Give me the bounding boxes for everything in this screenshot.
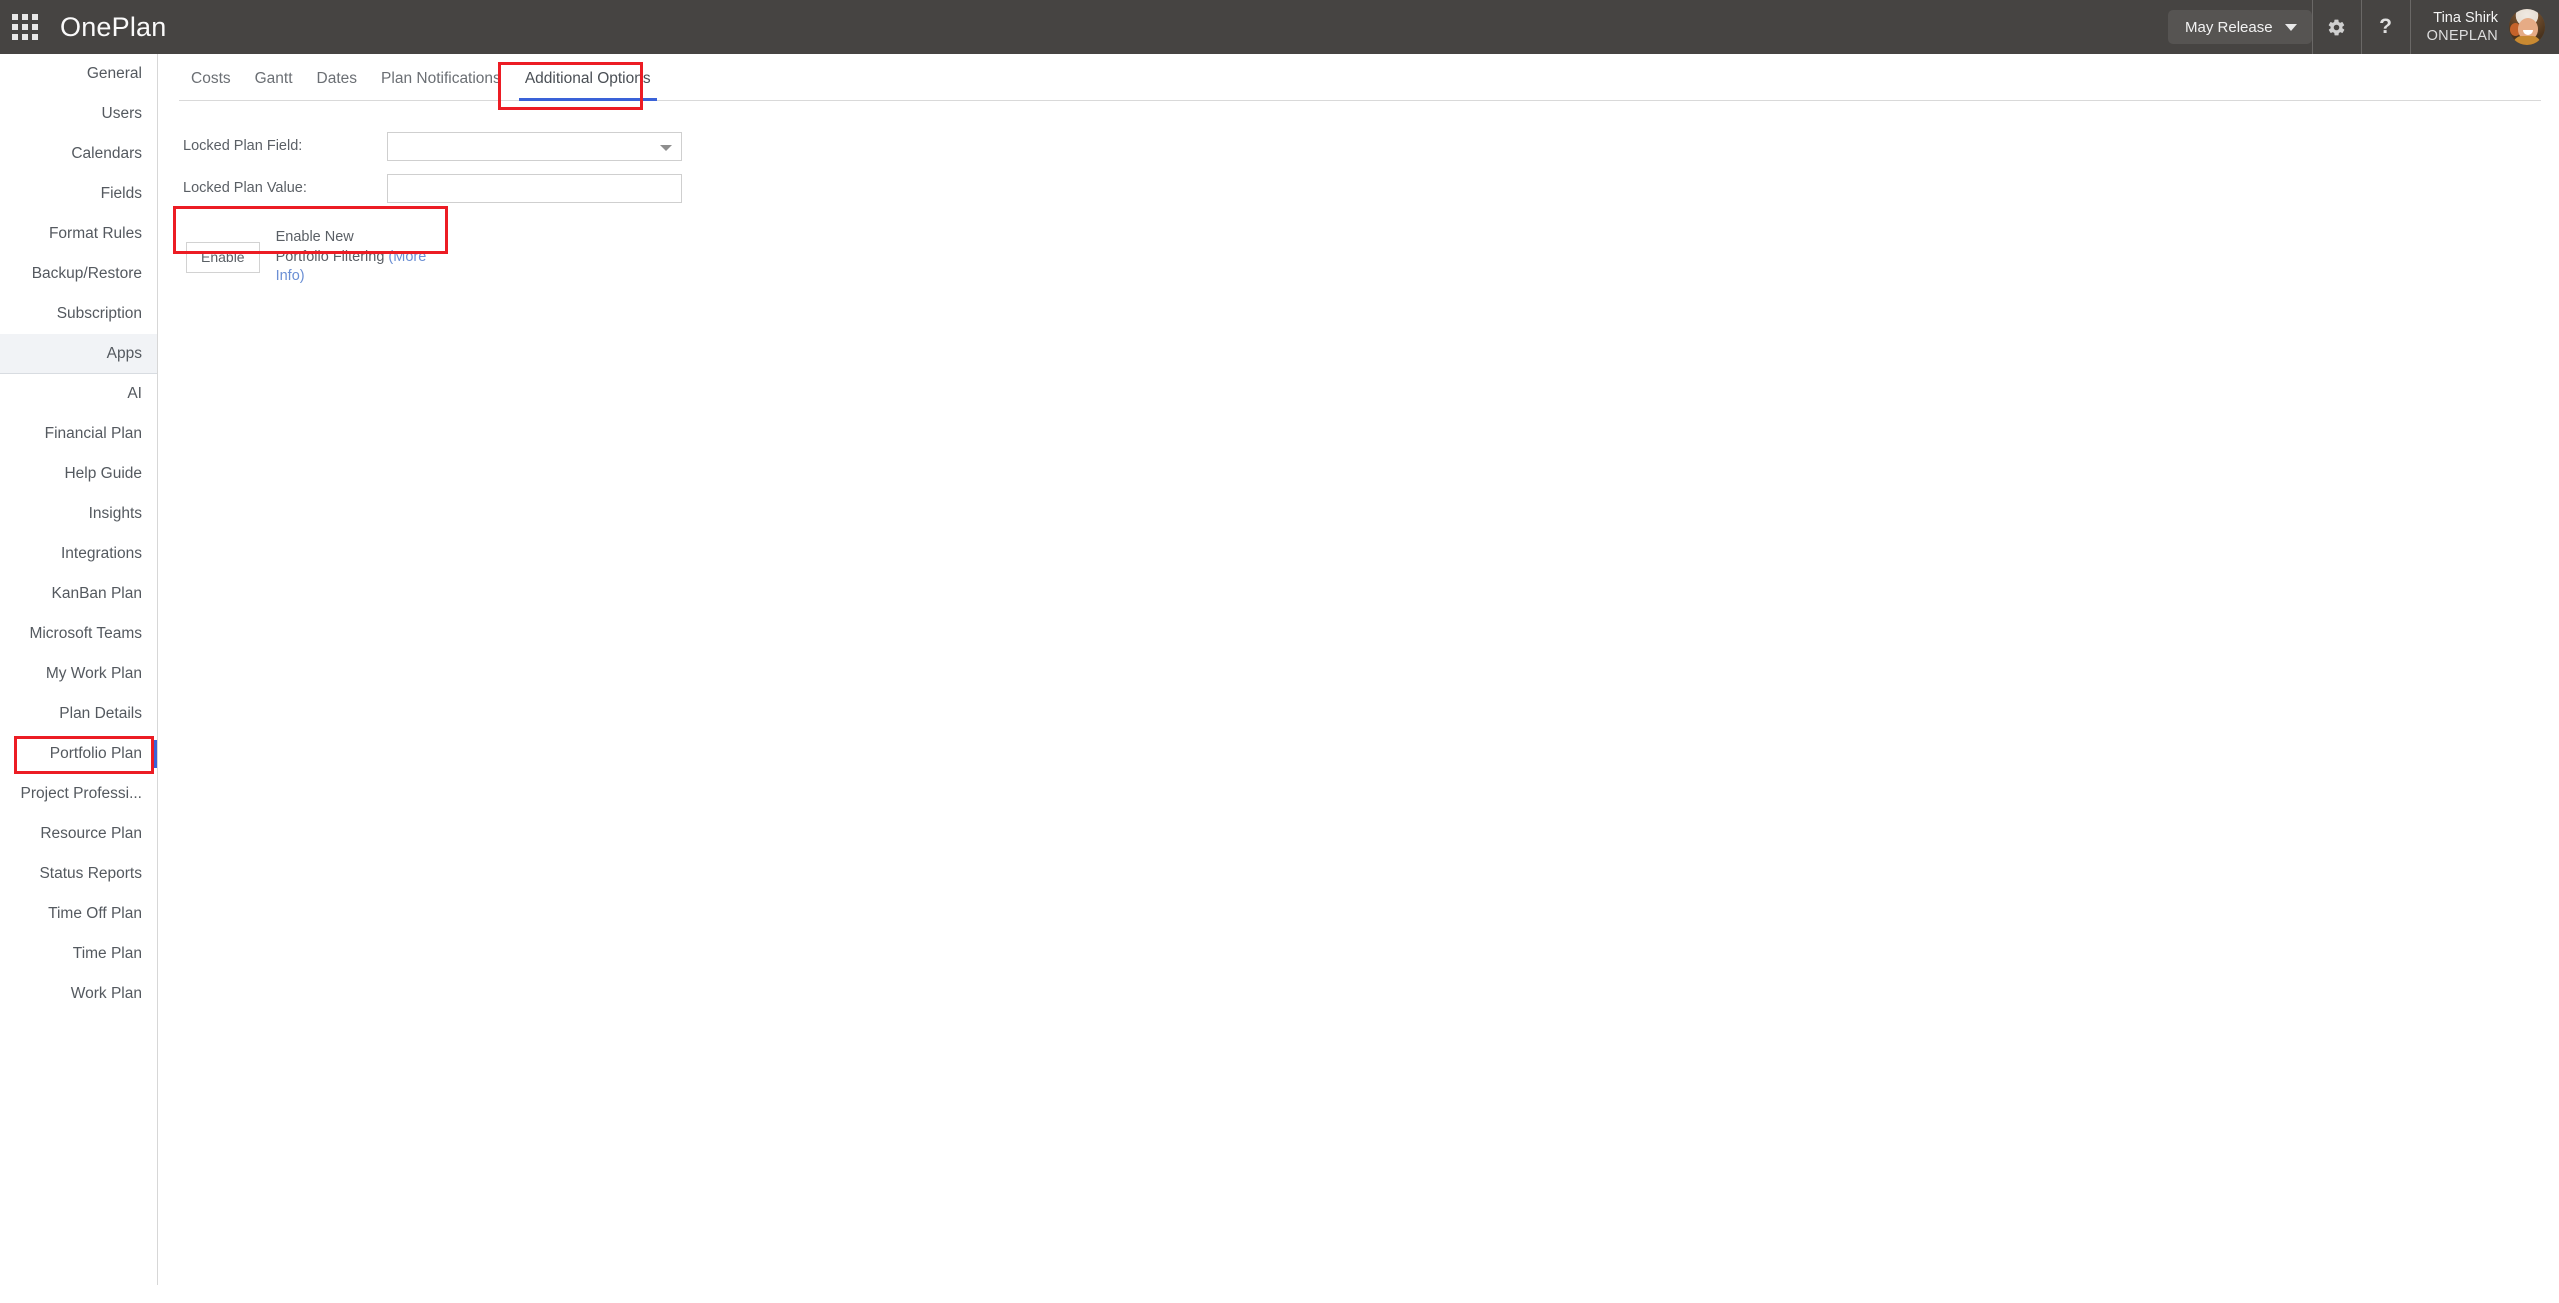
enable-button[interactable]: Enable	[186, 241, 260, 273]
sidebar-item-kanban-plan[interactable]: KanBan Plan	[0, 574, 157, 614]
sidebar-item-label: Resource Plan	[40, 825, 142, 842]
avatar-photo-detail	[2513, 36, 2541, 45]
grid-dot	[22, 24, 28, 30]
sidebar-item-portfolio-plan[interactable]: Portfolio Plan	[0, 734, 157, 774]
user-info: Tina Shirk ONEPLAN	[2427, 9, 2498, 45]
user-name: Tina Shirk	[2433, 9, 2498, 26]
grid-dot	[12, 14, 18, 20]
sidebar-item-plan-details[interactable]: Plan Details	[0, 694, 157, 734]
sidebar-item-integrations[interactable]: Integrations	[0, 534, 157, 574]
gear-icon	[2327, 18, 2346, 37]
settings-tabs: Costs Gantt Dates Plan Notifications Additio…	[179, 54, 2541, 101]
settings-button[interactable]	[2313, 0, 2361, 54]
sidebar-item-microsoft-teams[interactable]: Microsoft Teams	[0, 614, 157, 654]
sidebar-item-status-reports[interactable]: Status Reports	[0, 854, 157, 894]
grid-dot	[32, 14, 38, 20]
sidebar-item-label: Project Professi...	[20, 785, 142, 802]
sidebar-item-work-plan[interactable]: Work Plan	[0, 974, 157, 1014]
sidebar-item-ai[interactable]: AI	[0, 374, 157, 414]
sidebar-item-my-work-plan[interactable]: My Work Plan	[0, 654, 157, 694]
grid-dot	[32, 34, 38, 40]
sidebar-item-project-professi[interactable]: Project Professi...	[0, 774, 157, 814]
sidebar-item-fields[interactable]: Fields	[0, 174, 157, 214]
enable-portfolio-filtering-row: Enable Enable New Portfolio Filtering (M…	[177, 221, 453, 294]
sidebar-item-label: Fields	[100, 185, 142, 202]
sidebar-item-label: Subscription	[56, 305, 142, 322]
grid-dot	[12, 34, 18, 40]
release-selector-button[interactable]: May Release	[2168, 10, 2312, 44]
sidebar-item-label: Calendars	[71, 145, 142, 162]
sidebar-item-subscription[interactable]: Subscription	[0, 294, 157, 334]
sidebar-item-label: Financial Plan	[44, 425, 142, 442]
settings-sidebar: General Users Calendars Fields Format Rules B…	[0, 54, 158, 1285]
sidebar-item-format-rules[interactable]: Format Rules	[0, 214, 157, 254]
locked-plan-value-input[interactable]	[387, 173, 682, 203]
release-selector-label: May Release	[2185, 18, 2273, 36]
question-mark-icon: ?	[2379, 15, 2392, 38]
tab-dates[interactable]: Dates	[305, 70, 370, 100]
grid-dot	[22, 14, 28, 20]
tab-gantt[interactable]: Gantt	[243, 70, 305, 100]
sidebar-item-label: Insights	[88, 505, 142, 522]
sidebar-item-financial-plan[interactable]: Financial Plan	[0, 414, 157, 454]
sidebar-item-insights[interactable]: Insights	[0, 494, 157, 534]
tab-costs[interactable]: Costs	[179, 70, 243, 100]
sidebar-item-label: My Work Plan	[45, 665, 142, 682]
sidebar-item-label: General	[86, 65, 142, 82]
grid-dot	[12, 24, 18, 30]
sidebar-item-resource-plan[interactable]: Resource Plan	[0, 814, 157, 854]
top-header-bar: OnePlan May Release ? Tina Shirk ONEPLAN	[0, 0, 2559, 54]
sidebar-item-label: Help Guide	[64, 465, 142, 482]
locked-plan-value-control	[387, 173, 682, 203]
sidebar-item-label: Time Off Plan	[48, 905, 142, 922]
sidebar-item-apps[interactable]: Apps	[0, 334, 157, 374]
sidebar-item-general[interactable]: General	[0, 54, 157, 94]
sidebar-item-help-guide[interactable]: Help Guide	[0, 454, 157, 494]
sidebar-item-label: KanBan Plan	[51, 585, 143, 602]
sidebar-item-label: Microsoft Teams	[29, 625, 142, 642]
sidebar-item-label: Integrations	[61, 545, 142, 562]
sidebar-item-time-plan[interactable]: Time Plan	[0, 934, 157, 974]
sidebar-item-label: Time Plan	[72, 945, 142, 962]
additional-options-form: Locked Plan Field: Locked Plan Value: En…	[177, 125, 2559, 294]
grid-dot	[22, 34, 28, 40]
sidebar-item-label: Portfolio Plan	[49, 745, 142, 762]
user-tenant: ONEPLAN	[2426, 28, 2498, 44]
locked-plan-value-label: Locked Plan Value:	[183, 180, 307, 196]
locked-plan-field-row: Locked Plan Field:	[177, 125, 2559, 167]
sidebar-item-time-off-plan[interactable]: Time Off Plan	[0, 894, 157, 934]
help-button[interactable]: ?	[2362, 0, 2410, 54]
enable-description-line-1: Enable New	[275, 229, 354, 245]
main-content: Costs Gantt Dates Plan Notifications Additio…	[159, 54, 2559, 1303]
avatar[interactable]	[2509, 9, 2545, 45]
sidebar-item-backup-restore[interactable]: Backup/Restore	[0, 254, 157, 294]
tab-plan-notifications[interactable]: Plan Notifications	[369, 70, 513, 100]
locked-plan-field-select[interactable]	[387, 131, 682, 161]
app-brand-title: OnePlan	[60, 11, 167, 42]
sidebar-item-label: Status Reports	[39, 865, 142, 882]
locked-plan-field-control	[387, 131, 682, 161]
locked-plan-field-label: Locked Plan Field:	[183, 138, 303, 154]
enable-description: Enable New Portfolio Filtering (More Inf…	[276, 228, 443, 287]
sidebar-item-label: Apps	[106, 344, 142, 362]
sidebar-item-label: AI	[127, 385, 142, 402]
sidebar-item-label: Plan Details	[59, 705, 142, 722]
sidebar-item-label: Backup/Restore	[31, 265, 142, 282]
sidebar-item-label: Users	[101, 105, 142, 122]
user-menu[interactable]: Tina Shirk ONEPLAN	[2411, 0, 2559, 54]
chevron-down-icon	[2284, 23, 2297, 31]
grid-dot	[32, 24, 38, 30]
sidebar-item-label: Format Rules	[48, 225, 142, 242]
tab-additional-options[interactable]: Additional Options	[513, 70, 663, 101]
sidebar-item-users[interactable]: Users	[0, 94, 157, 134]
enable-description-text: Portfolio Filtering	[275, 248, 385, 265]
locked-plan-value-row: Locked Plan Value:	[177, 167, 2559, 209]
header-right-cluster: May Release ? Tina Shirk ONEPLAN	[2168, 0, 2559, 54]
apps-grid-icon[interactable]	[12, 14, 38, 40]
sidebar-item-label: Work Plan	[70, 985, 142, 1002]
enable-description-line-2: Portfolio Filtering (More Info)	[276, 248, 443, 287]
sidebar-item-calendars[interactable]: Calendars	[0, 134, 157, 174]
